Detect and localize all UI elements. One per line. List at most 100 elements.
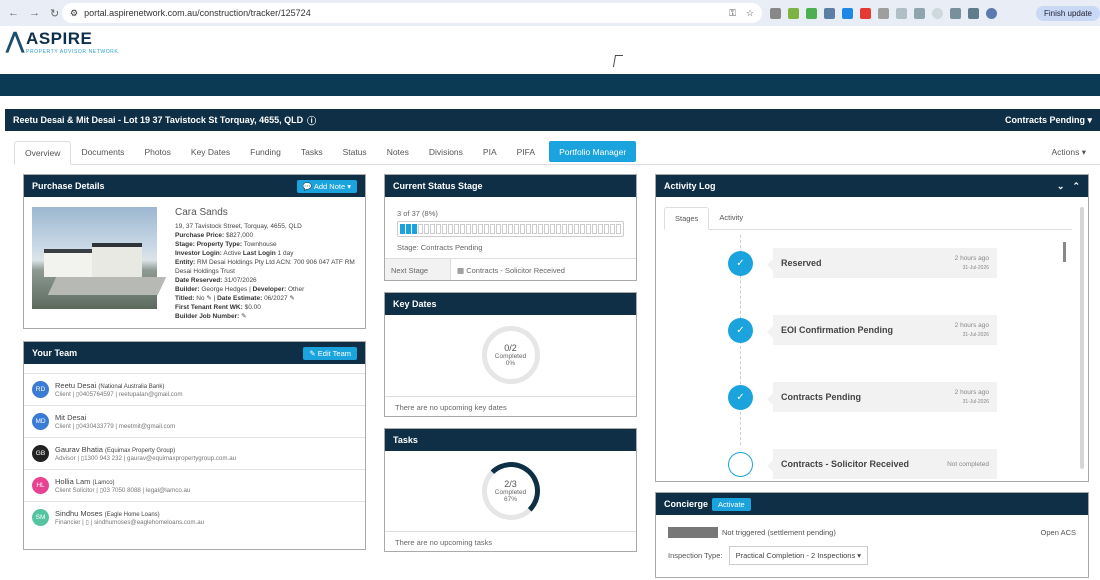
tab-pia[interactable]: PIA <box>473 140 507 164</box>
member-name: Hollia Lam <box>55 477 91 486</box>
member-email[interactable]: legal@lamco.au <box>146 487 190 494</box>
blue-extension-icon[interactable] <box>824 7 835 19</box>
purchase-details-title: Purchase Details <box>32 181 105 191</box>
profile-avatar[interactable] <box>986 7 997 19</box>
tab-photos[interactable]: Photos <box>134 140 180 164</box>
member-phone: 1300 943 232 <box>84 455 122 462</box>
team-list: RD Reetu Desai (National Australia Bank) C… <box>24 373 365 533</box>
tab-bar: Overview Documents Photos Key Dates Fund… <box>14 141 1100 165</box>
progress-segment <box>406 224 411 234</box>
member-org: (Eagle Home Loans) <box>104 512 160 518</box>
stage-item: ✓ EOI Confirmation Pending 2 hours ago 31-J… <box>728 315 997 345</box>
avatar: MD <box>32 413 49 430</box>
team-member-row[interactable]: MD Mit Desai Client | ▯0430433779 | meetm… <box>24 405 365 437</box>
purchase-details-panel: Purchase Details 💬 Add Note ▾ Cara Sands… <box>23 174 366 329</box>
tab-pifa[interactable]: PIFA <box>507 140 545 164</box>
tab-divisions[interactable]: Divisions <box>419 140 473 164</box>
collapse-down-icon[interactable]: ⌄ <box>1057 181 1065 192</box>
team-member-row[interactable]: RD Reetu Desai (National Australia Bank) C… <box>24 373 365 405</box>
new-extension-icon[interactable] <box>806 7 817 19</box>
avatar: SM <box>32 509 49 526</box>
progress-segment <box>466 224 471 234</box>
aspire-logo[interactable]: ⋀ ASPIRE PROPERTY ADVISOR NETWORK <box>6 30 118 56</box>
scrollbar[interactable] <box>1080 207 1084 469</box>
reload-icon[interactable]: ↻ <box>50 7 59 20</box>
edit-titled-icon[interactable]: ✎ <box>206 295 211 302</box>
stage-name: EOI Confirmation Pending <box>781 325 893 335</box>
progress-segment <box>604 224 609 234</box>
bookmark-star-icon[interactable]: ☆ <box>746 8 754 19</box>
browser-nav: ← → ↻ <box>0 7 62 20</box>
finish-update-button[interactable]: Finish update <box>1035 5 1100 21</box>
tab-notes[interactable]: Notes <box>377 140 419 164</box>
url-text[interactable]: portal.aspirenetwork.com.au/construction… <box>84 8 311 18</box>
tab-activity[interactable]: Activity <box>709 207 753 229</box>
key-dates-progress-ring: 0/2 Completed 0% <box>481 326 540 384</box>
settings-extension-icon[interactable] <box>932 7 943 19</box>
site-info-icon[interactable]: ⚙ <box>70 8 78 19</box>
green-extension-icon[interactable] <box>788 7 799 19</box>
member-email[interactable]: meetmit@gmail.com <box>119 423 175 430</box>
member-name: Gaurav Bhatia <box>55 445 103 454</box>
globe-extension-icon[interactable] <box>914 7 925 19</box>
property-photo[interactable] <box>32 207 167 309</box>
puzzle-icon[interactable] <box>950 7 961 19</box>
member-email[interactable]: gaurav@equimaxpropertygroup.com.au <box>127 455 236 462</box>
member-name: Mit Desai <box>55 413 87 422</box>
edit-team-button[interactable]: ✎ Edit Team <box>303 346 357 360</box>
inner-scrollbar[interactable] <box>1063 242 1066 262</box>
forward-icon[interactable]: → <box>29 7 40 20</box>
phone-icon: ▯ <box>85 519 89 526</box>
stage-name: Reserved <box>781 258 822 268</box>
inspection-type-label: Inspection Type: <box>668 551 723 560</box>
tab-tasks[interactable]: Tasks <box>291 140 333 164</box>
member-role: Client <box>55 391 71 398</box>
tab-status[interactable]: Status <box>333 140 377 164</box>
tab-funding[interactable]: Funding <box>240 140 291 164</box>
key-icon[interactable]: ⚿ <box>729 8 736 19</box>
tab-documents[interactable]: Documents <box>71 140 134 164</box>
status-dropdown[interactable]: Contracts Pending ▾ <box>1005 115 1092 126</box>
open-acs-link[interactable]: Open ACS <box>1041 528 1076 537</box>
tasks-progress-ring: 2/3 Completed 67% <box>481 462 540 520</box>
progress-segment <box>520 224 525 234</box>
next-stage-label: Next Stage <box>385 259 451 280</box>
shield-extension-icon[interactable] <box>896 7 907 19</box>
team-member-row[interactable]: HL Hollia Lam (Lamco) Client Solicitor | ▯… <box>24 469 365 501</box>
stage-item: ✓ Contracts Pending 2 hours ago 31-Jul-2026 <box>728 382 997 412</box>
member-role: Client Solicitor <box>55 487 95 494</box>
camera-extension-icon[interactable] <box>770 7 781 19</box>
property-details: Cara Sands 19, 37 Tavistock Street, Torq… <box>175 207 357 321</box>
tab-overview[interactable]: Overview <box>14 141 72 165</box>
pen-extension-icon[interactable] <box>842 7 853 19</box>
team-member-row[interactable]: GB Gaurav Bhatia (Equimax Property Group)… <box>24 437 365 469</box>
progress-segment <box>532 224 537 234</box>
gear-extension-icon[interactable] <box>878 7 889 19</box>
add-note-button[interactable]: 💬 Add Note ▾ <box>296 179 357 193</box>
media-icon[interactable] <box>968 7 979 19</box>
member-email[interactable]: sindhumoses@eaglehomeloans.com.au <box>94 519 204 526</box>
stage-item: ✓ Reserved 2 hours ago 31-Jul-2026 <box>728 248 997 278</box>
team-member-row[interactable]: SM Sindhu Moses (Eagle Home Loans) Financi… <box>24 501 365 533</box>
tab-stages[interactable]: Stages <box>664 207 710 230</box>
member-email[interactable]: reetupalan@gmail.com <box>119 391 183 398</box>
tab-portfolio-manager[interactable]: Portfolio Manager <box>549 141 637 162</box>
key-dates-title: Key Dates <box>393 299 437 309</box>
collapse-up-icon[interactable]: ⌃ <box>1072 181 1080 192</box>
red-extension-icon[interactable] <box>860 7 871 19</box>
browser-toolbar: ← → ↻ ⚙ portal.aspirenetwork.com.au/cons… <box>0 0 1100 26</box>
mouse-cursor-icon <box>612 55 624 67</box>
stage-date: 31-Jul-2026 <box>962 331 989 338</box>
address-bar[interactable]: ⚙ portal.aspirenetwork.com.au/constructi… <box>62 3 762 23</box>
actions-dropdown[interactable]: Actions ▾ <box>1037 141 1100 164</box>
progress-segment <box>514 224 519 234</box>
edit-date-estimate-icon[interactable]: ✎ <box>289 295 294 302</box>
activate-badge[interactable]: Activate <box>712 497 751 511</box>
inspection-type-select[interactable]: Practical Completion - 2 Inspections ▾ <box>728 546 869 565</box>
back-icon[interactable]: ← <box>8 7 19 20</box>
edit-builder-job-icon[interactable]: ✎ <box>241 313 246 320</box>
avatar: GB <box>32 445 49 462</box>
tab-key-dates[interactable]: Key Dates <box>181 140 240 164</box>
info-icon[interactable]: ⓘ <box>307 114 316 127</box>
stage-time: 2 hours ago <box>954 388 989 396</box>
